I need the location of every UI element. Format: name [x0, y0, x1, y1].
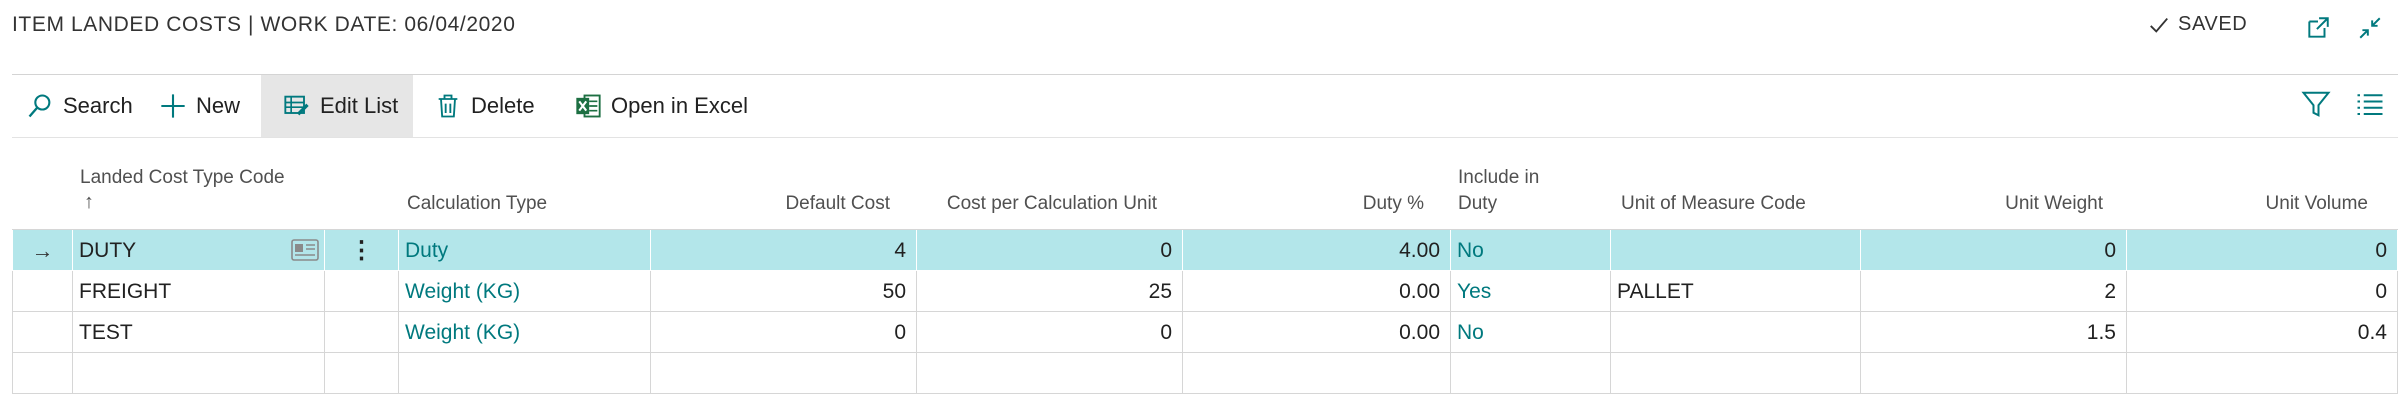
cell-unit-weight[interactable]: 1.5 — [1860, 312, 2126, 353]
plus-icon — [161, 94, 185, 118]
cell-code[interactable] — [72, 353, 324, 394]
trash-icon — [438, 94, 458, 118]
saved-label: SAVED — [2178, 13, 2248, 35]
cell-calculation-type[interactable]: Weight (KG) — [398, 312, 650, 353]
collapse-icon — [2359, 17, 2381, 39]
cell-code[interactable]: DUTY — [72, 230, 324, 271]
card-icon[interactable] — [291, 239, 319, 261]
cell-code[interactable]: FREIGHT — [72, 271, 324, 312]
cell-unit-volume[interactable] — [2126, 353, 2398, 394]
cell-duty-pct[interactable] — [1182, 353, 1450, 394]
open-new-window-icon — [2308, 17, 2329, 38]
cell-cost-per-unit[interactable] — [916, 353, 1182, 394]
include-in-duty-line2: Duty — [1458, 193, 1498, 214]
column-header-include-in-duty[interactable]: Include in Duty — [1458, 165, 1539, 217]
cell-default-cost[interactable]: 0 — [650, 312, 916, 353]
cell-uom[interactable]: PALLET — [1610, 271, 1860, 312]
delete-label: Delete — [471, 93, 535, 118]
cell-uom[interactable] — [1610, 312, 1860, 353]
cell-uom[interactable] — [1610, 353, 1860, 394]
table-row[interactable]: FREIGHT Weight (KG) 50 25 0.00 Yes PALLE… — [12, 271, 2398, 312]
open-in-excel-button[interactable]: Open in Excel — [574, 75, 748, 137]
table-row[interactable]: TEST Weight (KG) 0 0 0.00 No 1.5 0.4 — [12, 312, 2398, 353]
column-header-unit-volume[interactable]: Unit Volume — [2120, 191, 2368, 217]
excel-icon — [576, 94, 601, 118]
cell-duty-pct[interactable]: 0.00 — [1182, 271, 1450, 312]
row-indicator — [12, 271, 72, 312]
sort-ascending-icon: ↑ — [84, 191, 94, 213]
cell-include-in-duty[interactable] — [1450, 353, 1610, 394]
cell-unit-weight[interactable]: 2 — [1860, 271, 2126, 312]
page-title: ITEM LANDED COSTS | WORK DATE: 06/04/202… — [12, 13, 516, 36]
title-bar: ITEM LANDED COSTS | WORK DATE: 06/04/202… — [0, 0, 2400, 76]
edit-list-label: Edit List — [320, 93, 399, 118]
action-bar: Search New Edit List Delete Open in Exce… — [12, 75, 2398, 137]
cell-unit-weight[interactable]: 0 — [1860, 230, 2126, 271]
cell-default-cost[interactable]: 4 — [650, 230, 916, 271]
open-new-window-button[interactable] — [2302, 12, 2334, 44]
new-button[interactable]: New — [159, 75, 240, 137]
column-header-calculation-type[interactable]: Calculation Type — [407, 191, 547, 217]
cell-include-in-duty[interactable]: No — [1450, 230, 1610, 271]
row-actions-cell[interactable] — [324, 271, 398, 312]
cell-code-text: DUTY — [79, 239, 137, 262]
cell-default-cost[interactable] — [650, 353, 916, 394]
search-button[interactable]: Search — [26, 75, 133, 137]
row-actions-button[interactable]: ⋮ — [324, 230, 398, 271]
saved-status: SAVED — [2148, 13, 2247, 36]
delete-button[interactable]: Delete — [434, 75, 535, 137]
column-header-code[interactable]: Landed Cost Type Code — [80, 165, 285, 191]
collapse-button[interactable] — [2354, 12, 2386, 44]
filter-icon — [2301, 91, 2331, 117]
table-row-empty[interactable] — [12, 353, 2398, 394]
column-header-cost-per-unit[interactable]: Cost per Calculation Unit — [900, 191, 1157, 217]
edit-list-button[interactable]: Edit List — [261, 75, 413, 137]
divider — [12, 137, 2398, 138]
row-indicator — [12, 353, 72, 394]
list-view-icon — [2357, 94, 2383, 115]
column-header-duty-pct[interactable]: Duty % — [1200, 191, 1424, 217]
checkmark-icon — [2150, 17, 2168, 33]
cell-cost-per-unit[interactable]: 25 — [916, 271, 1182, 312]
filter-button[interactable] — [2296, 84, 2336, 124]
column-header-uom[interactable]: Unit of Measure Code — [1621, 191, 1806, 217]
cell-duty-pct[interactable]: 4.00 — [1182, 230, 1450, 271]
row-indicator — [12, 312, 72, 353]
column-header-unit-weight[interactable]: Unit Weight — [1860, 191, 2103, 217]
cell-include-in-duty[interactable]: No — [1450, 312, 1610, 353]
column-header-default-cost[interactable]: Default Cost — [650, 191, 890, 217]
search-label: Search — [63, 93, 133, 118]
cell-cost-per-unit[interactable]: 0 — [916, 312, 1182, 353]
cell-duty-pct[interactable]: 0.00 — [1182, 312, 1450, 353]
cell-include-in-duty[interactable]: Yes — [1450, 271, 1610, 312]
list-view-button[interactable] — [2350, 84, 2390, 124]
edit-list-icon — [284, 95, 309, 116]
cell-unit-volume[interactable]: 0 — [2126, 271, 2398, 312]
cell-calculation-type[interactable]: Duty — [398, 230, 650, 271]
search-icon — [28, 94, 51, 118]
cell-unit-volume[interactable]: 0 — [2126, 230, 2398, 271]
row-actions-cell[interactable] — [324, 312, 398, 353]
cell-default-cost[interactable]: 50 — [650, 271, 916, 312]
cell-calculation-type[interactable] — [398, 353, 650, 394]
open-in-excel-label: Open in Excel — [611, 93, 748, 118]
include-in-duty-line1: Include in — [1458, 167, 1540, 188]
cell-unit-volume[interactable]: 0.4 — [2126, 312, 2398, 353]
new-label: New — [196, 93, 241, 118]
cell-cost-per-unit[interactable]: 0 — [916, 230, 1182, 271]
row-actions-cell[interactable] — [324, 353, 398, 394]
cell-unit-weight[interactable] — [1860, 353, 2126, 394]
row-indicator: → — [12, 230, 72, 271]
cell-uom[interactable] — [1610, 230, 1860, 271]
table-row[interactable]: → DUTY ⋮ Duty 4 0 4.00 No 0 0 — [12, 230, 2398, 271]
cell-code[interactable]: TEST — [72, 312, 324, 353]
cell-calculation-type[interactable]: Weight (KG) — [398, 271, 650, 312]
